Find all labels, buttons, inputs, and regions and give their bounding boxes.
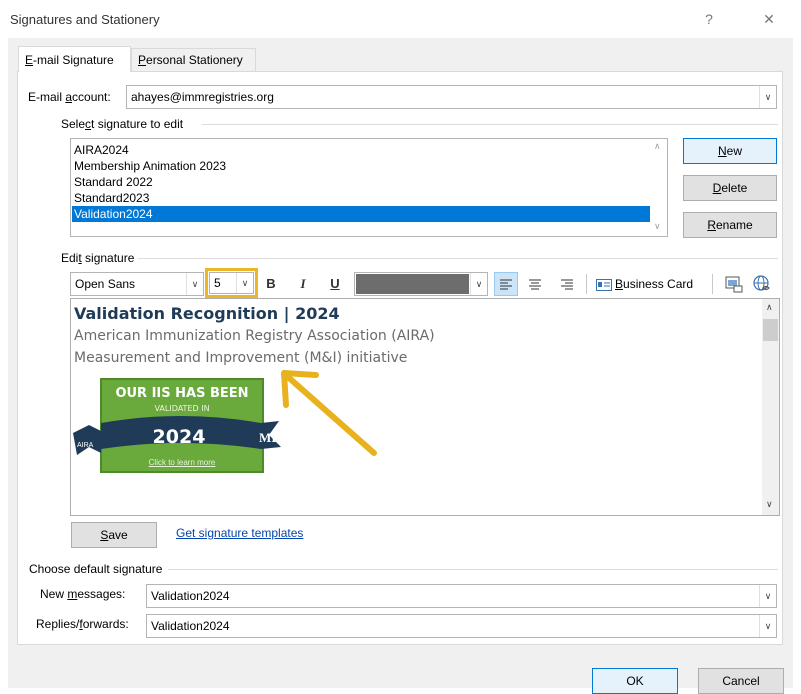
font-size-select[interactable]: 5 ∨ bbox=[209, 272, 254, 294]
tab-label-accelerator: E bbox=[25, 53, 34, 67]
underline-button[interactable]: U bbox=[326, 273, 344, 295]
font-name-value: Open Sans bbox=[75, 277, 136, 291]
chevron-down-icon: ∨ bbox=[654, 221, 661, 231]
align-right-button[interactable] bbox=[556, 273, 578, 295]
italic-button[interactable]: I bbox=[294, 273, 312, 295]
hyperlink-globe-icon bbox=[753, 275, 770, 291]
group-divider bbox=[138, 258, 778, 259]
insert-picture-button[interactable] bbox=[724, 274, 744, 294]
signature-line: American Immunization Registry Associati… bbox=[74, 328, 435, 344]
chevron-down-icon: ∨ bbox=[236, 273, 253, 293]
chevron-up-icon: ∧ bbox=[766, 302, 773, 312]
insert-picture-icon bbox=[725, 276, 743, 293]
account-label: E-mail account: bbox=[28, 90, 111, 104]
new-button[interactable]: New bbox=[683, 138, 777, 164]
tab-email-signature[interactable]: E-mail Signature bbox=[18, 46, 131, 72]
align-center-icon bbox=[529, 279, 541, 290]
account-select[interactable]: ahayes@immregistries.org ∨ bbox=[126, 85, 777, 109]
editor-scrollbar[interactable]: ∧ ∨ bbox=[762, 299, 779, 515]
new-messages-label: New messages: bbox=[40, 587, 126, 601]
signature-heading: Validation Recognition | 2024 bbox=[74, 304, 340, 323]
replies-forwards-select[interactable]: Validation2024 ∨ bbox=[146, 614, 777, 638]
tab-label-accelerator: P bbox=[138, 53, 147, 67]
signature-line: Measurement and Improvement (M&I) initia… bbox=[74, 350, 408, 366]
toolbar-divider bbox=[712, 274, 713, 294]
new-messages-value: Validation2024 bbox=[151, 589, 230, 603]
chevron-down-icon: ∨ bbox=[766, 499, 773, 509]
save-button[interactable]: Save bbox=[71, 522, 157, 548]
tab-personal-stationery[interactable]: Personal Stationery bbox=[131, 48, 256, 72]
replies-forwards-label: Replies/forwards: bbox=[36, 617, 129, 631]
title-bar: Signatures and Stationery ? ✕ bbox=[0, 0, 801, 38]
account-value: ahayes@immregistries.org bbox=[131, 90, 274, 104]
align-left-button[interactable] bbox=[494, 272, 518, 296]
edit-signature-label: Edit signature bbox=[61, 251, 135, 265]
chevron-up-icon: ∧ bbox=[654, 141, 661, 151]
list-scrollbar[interactable]: ∧ ∨ bbox=[650, 139, 667, 236]
tab-label: ersonal Stationery bbox=[146, 53, 243, 67]
list-item[interactable]: Standard2023 bbox=[72, 190, 650, 206]
font-size-value: 5 bbox=[214, 276, 221, 290]
align-left-icon bbox=[500, 279, 512, 290]
bold-button[interactable]: B bbox=[262, 273, 280, 295]
group-divider bbox=[202, 124, 778, 125]
chevron-down-icon: ∨ bbox=[186, 273, 203, 295]
signature-editor[interactable]: Validation Recognition | 2024 American I… bbox=[70, 298, 780, 516]
new-messages-select[interactable]: Validation2024 ∨ bbox=[146, 584, 777, 608]
align-center-button[interactable] bbox=[524, 273, 546, 295]
help-button[interactable]: ? bbox=[694, 8, 724, 30]
close-button[interactable]: ✕ bbox=[754, 8, 784, 30]
group-divider bbox=[168, 569, 778, 570]
ok-button[interactable]: OK bbox=[592, 668, 678, 694]
cancel-button[interactable]: Cancel bbox=[698, 668, 784, 694]
color-swatch bbox=[356, 274, 469, 294]
chevron-down-icon: ∨ bbox=[759, 86, 776, 108]
insert-hyperlink-button[interactable] bbox=[752, 274, 772, 294]
font-name-select[interactable]: Open Sans ∨ bbox=[70, 272, 204, 296]
get-templates-link[interactable]: Get signature templates bbox=[176, 526, 303, 540]
badge-text: OUR IIS HAS BEEN bbox=[115, 386, 249, 401]
list-item[interactable]: AIRA2024 bbox=[72, 142, 650, 158]
chevron-down-icon: ∨ bbox=[759, 615, 776, 637]
annotation-arrow bbox=[281, 370, 377, 456]
signature-list[interactable]: AIRA2024 Membership Animation 2023 Stand… bbox=[70, 138, 668, 237]
chevron-down-icon: ∨ bbox=[759, 585, 776, 607]
badge-year: 2024 bbox=[152, 426, 206, 448]
scroll-thumb[interactable] bbox=[763, 319, 778, 341]
window-title: Signatures and Stationery bbox=[10, 12, 160, 27]
rename-button[interactable]: Rename bbox=[683, 212, 777, 238]
list-item-selected[interactable]: Validation2024 bbox=[72, 206, 650, 222]
select-signature-label: Select signature to edit bbox=[61, 117, 184, 131]
replies-forwards-value: Validation2024 bbox=[151, 619, 230, 633]
formatting-toolbar: Open Sans ∨ 5 ∨ B I U ∨ Business Card bbox=[70, 268, 780, 298]
list-item[interactable]: Standard 2022 bbox=[72, 174, 650, 190]
chevron-down-icon: ∨ bbox=[470, 273, 487, 295]
tab-label: -mail Signature bbox=[33, 53, 114, 67]
mi-logo: MI bbox=[259, 430, 277, 445]
list-item[interactable]: Membership Animation 2023 bbox=[72, 158, 650, 174]
business-card-button[interactable]: Business Card bbox=[596, 273, 708, 295]
font-color-select[interactable]: ∨ bbox=[354, 272, 488, 296]
business-card-icon bbox=[596, 278, 612, 291]
toolbar-divider bbox=[586, 274, 587, 294]
aira-logo: AIRA bbox=[77, 442, 94, 449]
delete-button[interactable]: Delete bbox=[683, 175, 777, 201]
align-right-icon bbox=[561, 279, 573, 290]
default-signature-label: Choose default signature bbox=[29, 562, 163, 576]
